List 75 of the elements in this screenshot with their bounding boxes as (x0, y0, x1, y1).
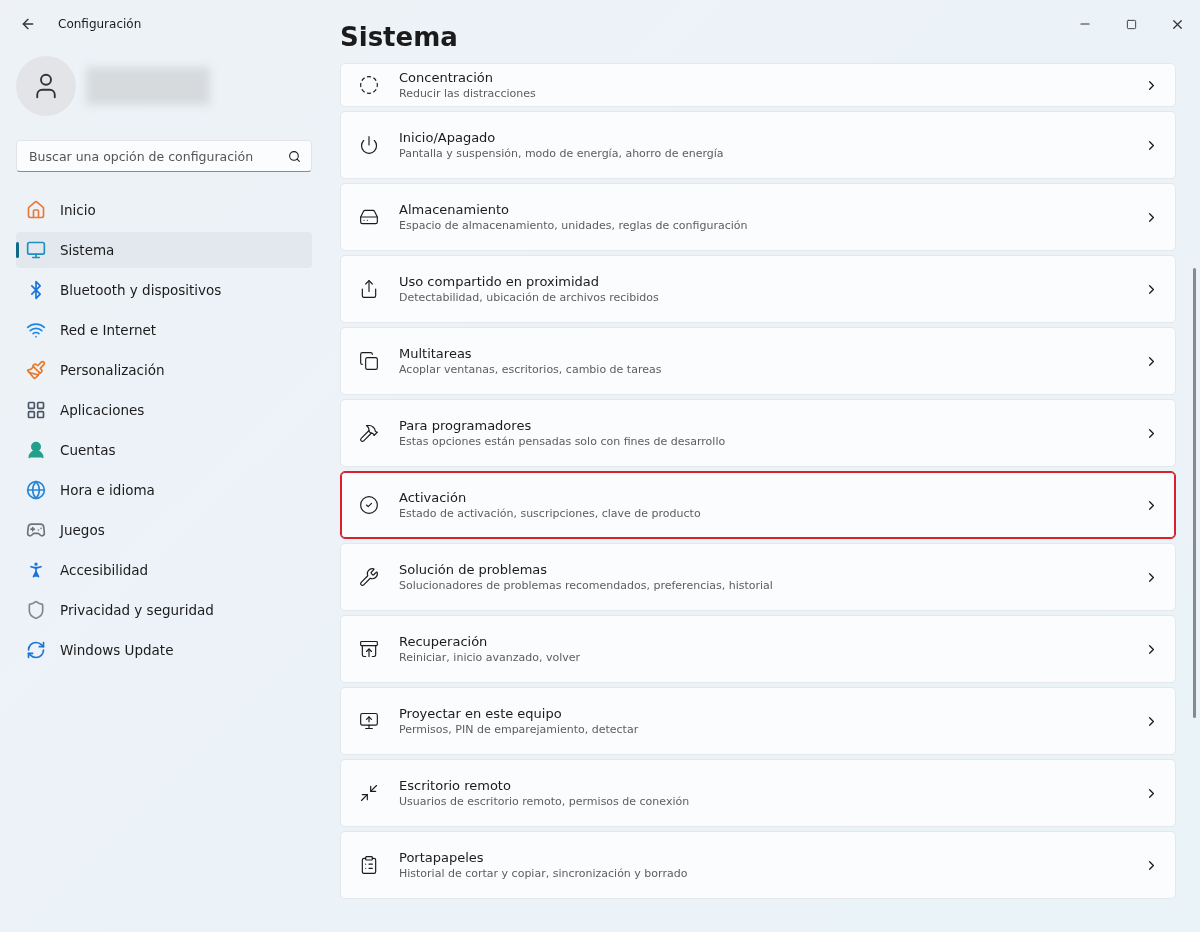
power-icon (359, 135, 379, 155)
setting-title: Escritorio remoto (399, 778, 512, 793)
settings-card[interactable]: Activación Estado de activación, suscripciones, clave de producto (340, 471, 1176, 539)
check-circle-icon (359, 495, 379, 515)
settings-card[interactable]: Escritorio remoto Usuarios de escritorio remoto, permisos de conexión (340, 759, 1176, 827)
sidebar-item[interactable]: Accesibilidad (16, 552, 312, 588)
page-title: Sistema (340, 21, 458, 54)
setting-title: Proyectar en este equipo (399, 706, 563, 721)
home-icon (26, 200, 46, 220)
setting-description: Usuarios de escritorio remoto, permisos de conexión (399, 795, 691, 808)
wifi-icon (26, 320, 46, 340)
sidebar-item[interactable]: Bluetooth y dispositivos (16, 272, 312, 308)
sidebar-item[interactable]: Sistema (16, 232, 312, 268)
apps-icon (26, 400, 46, 420)
sidebar-item[interactable]: Hora e idioma (16, 472, 312, 508)
scrollbar[interactable] (1193, 268, 1196, 718)
setting-title: Activación (399, 490, 468, 505)
search-icon (288, 149, 301, 163)
maximize-icon (1125, 18, 1137, 30)
setting-description: Estas opciones están pensadas solo con fines de desarrollo (399, 435, 727, 448)
setting-description: Estado de activación, suscripciones, clave de producto (399, 507, 702, 520)
settings-card[interactable]: Concentración Reducir las distracciones (340, 63, 1176, 107)
setting-description: Historial de cortar y copiar, sincronización y borrado (399, 867, 689, 880)
sidebar-item[interactable]: Cuentas (16, 432, 312, 468)
setting-title: Concentración (399, 70, 494, 85)
setting-title: Multitareas (399, 346, 473, 361)
setting-title: Para programadores (399, 418, 533, 433)
setting-description: Pantalla y suspensión, modo de energía, ahorro de energía (399, 147, 725, 160)
setting-description: Permisos, PIN de emparejamiento, detectar (399, 723, 640, 736)
sidebar-item[interactable]: Inicio (16, 192, 312, 228)
settings-card[interactable]: Solución de problemas Solucionadores de problemas recomendados, preferencias, historial (340, 543, 1176, 611)
search-field[interactable]: Buscar una opción de configuración (16, 140, 312, 172)
share-icon (359, 279, 379, 299)
wrench-icon (359, 567, 379, 587)
settings-card[interactable]: Uso compartido en proximidad Detectabilidad, ubicación de archivos recibidos (340, 255, 1176, 323)
sidebar-item[interactable]: Red e Internet (16, 312, 312, 348)
brush-icon (26, 360, 46, 380)
setting-title: Recuperación (399, 634, 489, 649)
setting-title: Inicio/Apagado (399, 130, 497, 145)
sidebar-item[interactable]: Windows Update (16, 632, 312, 668)
setting-description: Reducir las distracciones (399, 87, 537, 100)
sidebar-item[interactable]: Juegos (16, 512, 312, 548)
setting-description: Solucionadores de problemas recomendados, preferencias, historial (399, 579, 774, 592)
setting-description: Espacio de almacenamiento, unidades, reglas de configuración (399, 219, 749, 232)
setting-title: Portapapeles (399, 850, 485, 865)
search-input[interactable]: Buscar una opción de configuración (27, 147, 288, 165)
gamepad-icon (26, 520, 46, 540)
settings-card[interactable]: Portapapeles Historial de cortar y copiar, sincronización y borrado (340, 831, 1176, 899)
settings-card[interactable]: Multitareas Acoplar ventanas, escritorios, cambio de tareas (340, 327, 1176, 395)
monitor-icon (359, 711, 379, 731)
globe-icon (26, 480, 46, 500)
monitor-icon (26, 240, 46, 260)
selection-indicator (16, 242, 19, 258)
settings-card[interactable]: Inicio/Apagado Pantalla y suspensión, modo de energía, ahorro de energía (340, 111, 1176, 179)
setting-description: Detectabilidad, ubicación de archivos recibidos (399, 291, 660, 304)
window-title: Configuración (58, 17, 142, 31)
tools-icon (359, 423, 379, 443)
user-icon (26, 440, 46, 460)
setting-title: Almacenamiento (399, 202, 511, 217)
settings-card[interactable]: Para programadores Estas opciones están pensadas solo con fines de desarrollo (340, 399, 1176, 467)
shield-icon (26, 600, 46, 620)
setting-description: Reiniciar, inicio avanzado, volver (399, 651, 582, 664)
arrows-icon (359, 783, 379, 803)
clipboard-icon (359, 855, 379, 875)
drive-icon (359, 207, 379, 227)
sidebar-item[interactable]: Personalización (16, 352, 312, 388)
setting-title: Solución de problemas (399, 562, 549, 577)
refresh-icon (26, 640, 46, 660)
setting-title: Uso compartido en proximidad (399, 274, 601, 289)
sidebar-item[interactable]: Aplicaciones (16, 392, 312, 428)
settings-card[interactable]: Recuperación Reiniciar, inicio avanzado, volver (340, 615, 1176, 683)
sidebar-item[interactable]: Privacidad y seguridad (16, 592, 312, 628)
setting-description: Acoplar ventanas, escritorios, cambio de tareas (399, 363, 663, 376)
settings-card[interactable]: Almacenamiento Espacio de almacenamiento, unidades, reglas de configuración (340, 183, 1176, 251)
settings-card[interactable]: Proyectar en este equipo Permisos, PIN de emparejamiento, detectar (340, 687, 1176, 755)
